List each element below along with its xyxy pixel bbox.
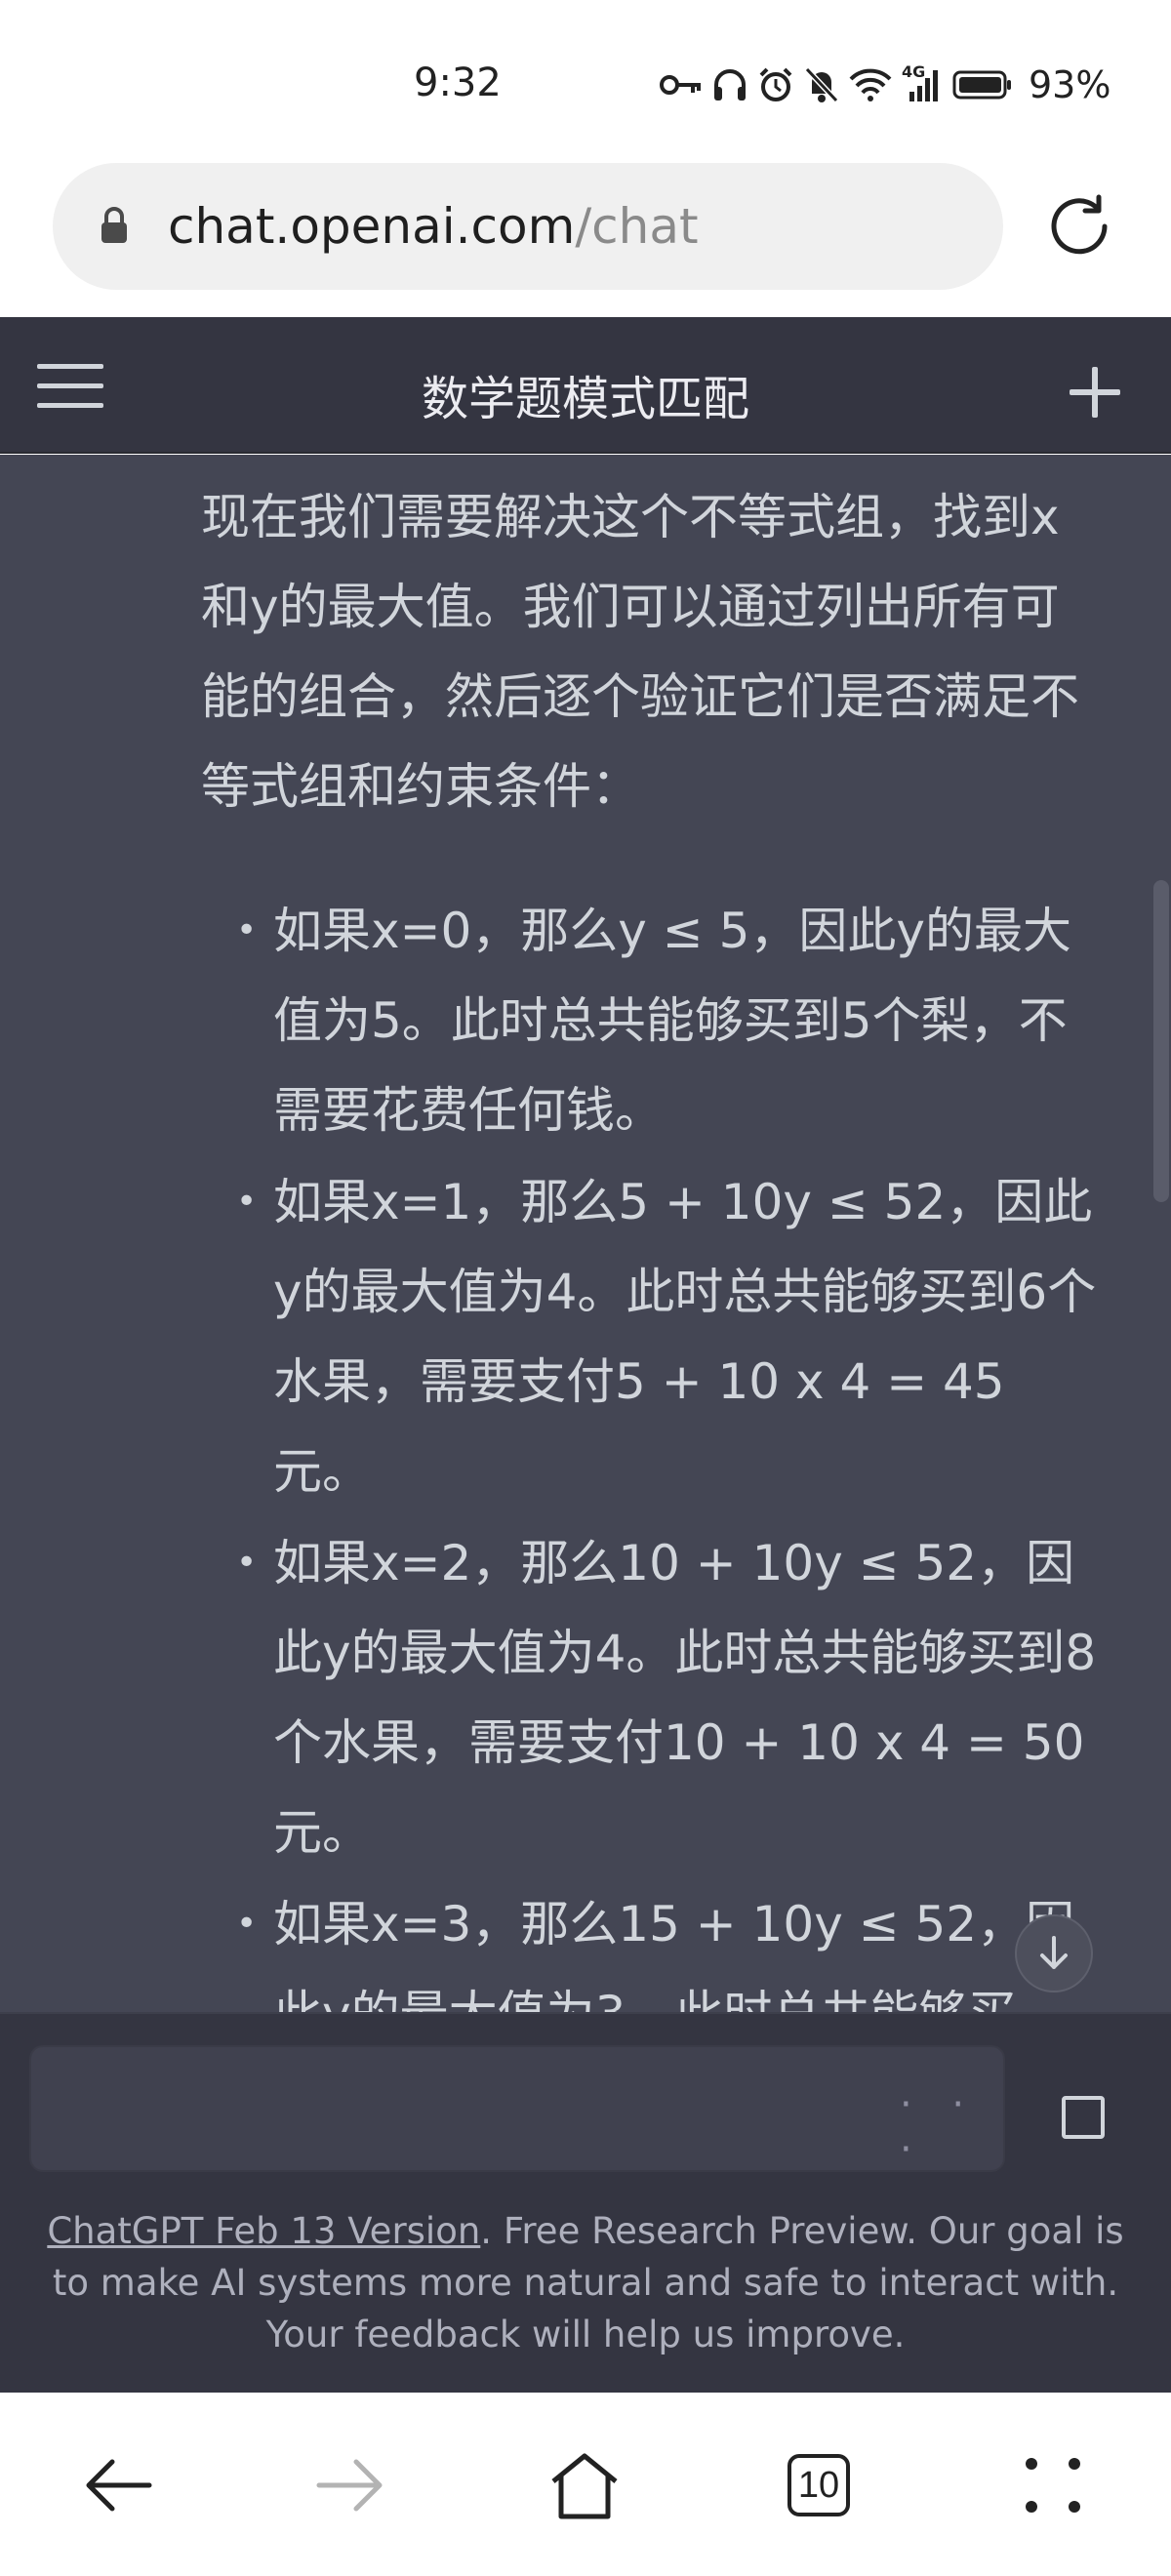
forward-button[interactable] (306, 2441, 394, 2529)
alarm-icon (759, 67, 792, 101)
plus-icon[interactable] (1068, 365, 1122, 420)
bullet: • (236, 910, 258, 950)
list-item-text: 如果x=2，那么10 + 10y ≤ 52，因此y的最大值为4。此时总共能够买到… (273, 1535, 1097, 1861)
tabs-icon: 10 (787, 2454, 850, 2516)
status-icons: 4G 93% (660, 60, 1110, 109)
list-item: • 如果x=2，那么10 + 10y ≤ 52，因此y的最大值为4。此时总共能够买… (201, 1518, 1099, 1879)
conversation-title: 数学题模式匹配 (421, 372, 749, 426)
bullet: • (236, 1182, 258, 1222)
list-item: • 如果x=0，那么y ≤ 5，因此y的最大值为5。此时总共能够买到5个梨，不需要… (201, 886, 1099, 1157)
tabs-button[interactable]: 10 (775, 2441, 863, 2529)
arrow-down-icon (1040, 1936, 1068, 1969)
list-item-text: 如果x=0，那么y ≤ 5，因此y的最大值为5。此时总共能够买到5个梨，不需要花… (273, 903, 1071, 1139)
typing-indicator: · · · (900, 2082, 979, 2172)
browser-nav-bar: 10 (0, 2393, 1171, 2576)
url-host: chat.openai.com (168, 198, 576, 255)
lock-icon (101, 207, 127, 243)
scroll-to-bottom-button[interactable] (1015, 1914, 1093, 1992)
headphones-icon (714, 69, 746, 101)
message-input[interactable]: · · · (29, 2045, 1005, 2172)
url-text: chat.openai.com/chat (168, 198, 699, 255)
version-link[interactable]: ChatGPT Feb 13 Version (47, 2210, 480, 2252)
list-item-text: 如果x=3，那么15 + 10y ≤ 52，因此y的最大值为3。此时总共能够买 (273, 1896, 1074, 2012)
forward-icon (316, 2459, 383, 2512)
list-item-text: 如果x=1，那么5 + 10y ≤ 52，因此y的最大值为4。此时总共能够买到6… (273, 1174, 1097, 1500)
bullet: • (236, 1904, 258, 1944)
wifi-icon (849, 68, 892, 101)
scrollbar-thumb[interactable] (1153, 880, 1169, 1202)
home-icon (551, 2453, 618, 2519)
input-area: · · · ChatGPT Feb 13 Version. Free Resea… (0, 2012, 1171, 2393)
signal-icon: 4G (902, 62, 943, 103)
footer-note: ChatGPT Feb 13 Version. Free Research Pr… (29, 2205, 1142, 2360)
list-item: • 如果x=1，那么5 + 10y ≤ 52，因此y的最大值为4。此时总共能够买到… (201, 1157, 1099, 1518)
back-icon (86, 2459, 152, 2512)
key-icon (660, 75, 701, 95)
battery-icon (952, 70, 1011, 100)
answer-paragraph: 现在我们需要解决这个不等式组，找到x和y的最大值。我们可以通过列出所有可能的组合… (201, 489, 1079, 815)
list-item: • 如果x=3，那么15 + 10y ≤ 52，因此y的最大值为3。此时总共能够买 (201, 1879, 1099, 2012)
answer-list: • 如果x=0，那么y ≤ 5，因此y的最大值为5。此时总共能够买到5个梨，不需要… (201, 886, 1099, 2012)
url-path: /chat (575, 198, 699, 255)
more-button[interactable] (1009, 2441, 1097, 2529)
status-time: 9:32 (414, 60, 502, 105)
bullet: • (236, 1543, 258, 1583)
assistant-message: 现在我们需要解决这个不等式组，找到x和y的最大值。我们可以通过列出所有可能的组合… (0, 455, 1171, 2012)
mute-icon (804, 66, 839, 103)
chat-header: 数学题模式匹配 (0, 317, 1171, 454)
reload-icon[interactable] (1042, 189, 1116, 263)
home-button[interactable] (541, 2441, 628, 2529)
status-bar: 9:32 4G 93% (0, 0, 1171, 161)
more-icon (1026, 2458, 1080, 2513)
battery-percent: 93% (1029, 63, 1111, 106)
back-button[interactable] (74, 2441, 162, 2529)
address-bar[interactable]: chat.openai.com/chat (53, 163, 1003, 290)
stop-icon[interactable] (1062, 2096, 1105, 2139)
